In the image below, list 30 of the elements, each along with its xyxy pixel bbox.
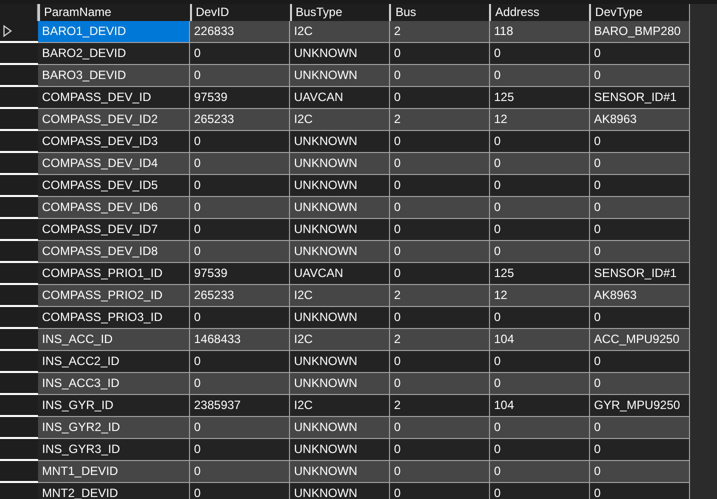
- row-header[interactable]: [0, 109, 38, 131]
- column-header[interactable]: BusType: [290, 4, 390, 21]
- row-header[interactable]: [0, 373, 38, 395]
- row-header[interactable]: [0, 175, 38, 197]
- table-cell: 0: [190, 483, 290, 499]
- row-header[interactable]: [0, 43, 38, 65]
- row-header[interactable]: [0, 153, 38, 175]
- table-cell: 0: [490, 483, 590, 499]
- row-header[interactable]: [0, 351, 38, 373]
- column-header[interactable]: Bus: [389, 4, 490, 21]
- row-header[interactable]: [0, 417, 38, 439]
- row-header[interactable]: [0, 285, 38, 307]
- row-header[interactable]: [0, 87, 38, 109]
- table-cell: UNKNOWN: [290, 483, 390, 499]
- row-header[interactable]: [0, 131, 38, 153]
- table-cell: 0: [390, 483, 490, 499]
- row-header[interactable]: [0, 307, 38, 329]
- row-header[interactable]: [0, 439, 38, 461]
- table-cell: 0: [590, 483, 690, 499]
- current-row-icon: [3, 25, 12, 37]
- table-cell: BARO1_DEVID: [38, 21, 190, 43]
- row-header[interactable]: [0, 241, 38, 263]
- row-header[interactable]: [0, 329, 38, 351]
- row-header[interactable]: [0, 461, 38, 483]
- row-header[interactable]: [0, 395, 38, 417]
- row-header[interactable]: [0, 219, 38, 241]
- row-header[interactable]: [0, 21, 38, 43]
- row-header[interactable]: [0, 197, 38, 219]
- row-header[interactable]: [0, 65, 38, 87]
- row-header[interactable]: [0, 263, 38, 285]
